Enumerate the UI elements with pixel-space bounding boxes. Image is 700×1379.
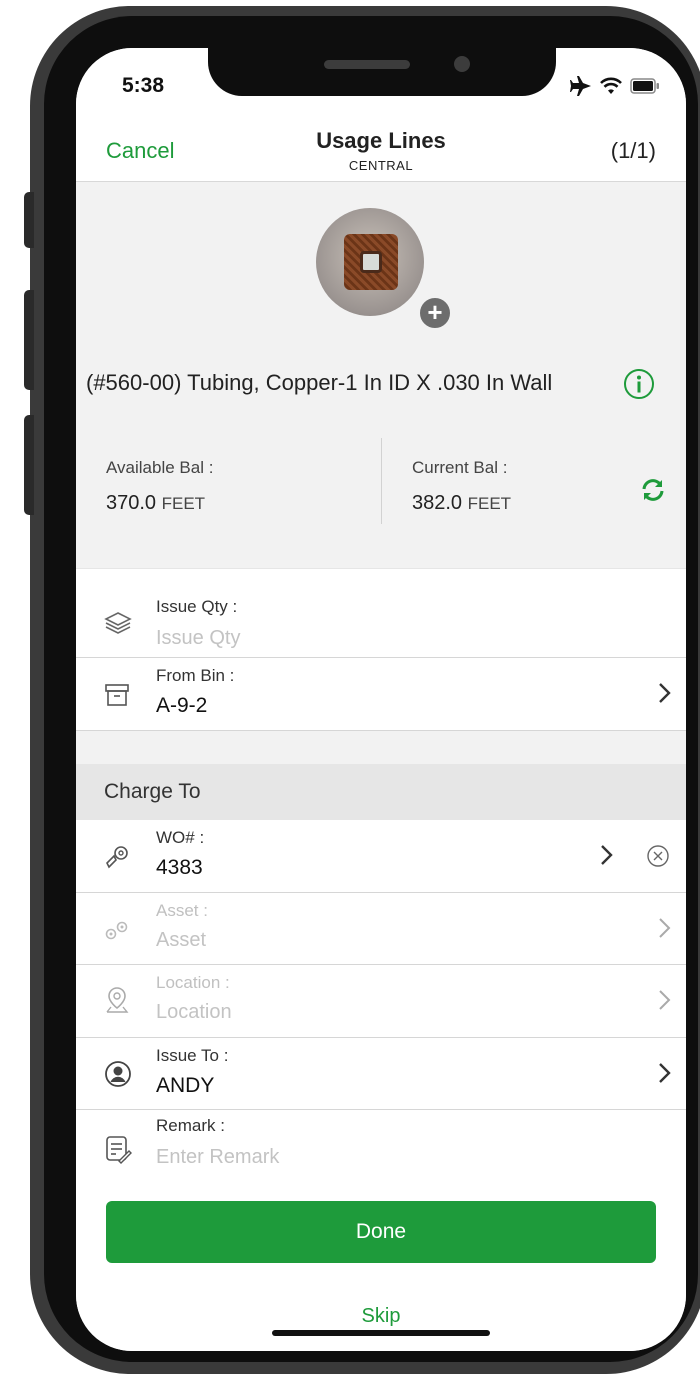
location-label: Location : [156,973,230,992]
item-photo[interactable] [316,208,424,316]
nav-bar: Cancel Usage Lines CENTRAL (1/1) [76,118,686,182]
issue-to-label: Issue To : [156,1046,229,1065]
current-balance: Current Bal : 382.0 FEET [412,458,511,515]
home-indicator[interactable] [272,1330,490,1336]
location-field[interactable]: Location : Location [76,965,686,1038]
wrench-gear-icon [104,842,132,875]
asset-label: Asset : [156,901,208,920]
screen: 5:38 Cancel Usage Lines CENTRAL (1/1) + … [76,48,686,1351]
user-icon [104,1060,132,1093]
page-subtitle: CENTRAL [348,158,414,173]
from-bin-value: A-9-2 [156,694,208,717]
bin-box-icon [104,682,130,713]
wo-field[interactable]: WO# : 4383 [76,820,686,893]
front-camera [454,56,470,72]
item-header: + (#560-00) Tubing, Copper-1 In ID X .03… [76,182,686,568]
skip-button[interactable]: Skip [76,1305,686,1328]
available-balance: Available Bal : 370.0 FEET [106,458,213,515]
balance-divider [381,438,382,524]
gears-icon [104,919,130,946]
issue-to-field[interactable]: Issue To : ANDY [76,1038,686,1110]
remark-field[interactable]: Remark : Enter Remark [76,1110,686,1187]
status-time: 5:38 [122,74,165,97]
issue-qty-field[interactable]: Issue Qty : Issue Qty [76,568,686,658]
asset-input[interactable]: Asset [156,929,206,952]
current-balance-unit: FEET [467,494,512,513]
location-pin-icon [104,985,130,1020]
add-photo-icon[interactable]: + [418,296,452,330]
from-bin-label: From Bin : [156,666,235,685]
chevron-right-icon[interactable] [658,1062,672,1089]
available-balance-value: 370.0 [106,492,157,514]
chevron-right-icon[interactable] [658,989,672,1016]
available-balance-unit: FEET [161,494,206,513]
from-bin-field[interactable]: From Bin : A-9-2 [76,658,686,731]
status-icons [570,76,660,96]
issue-qty-label: Issue Qty : [156,597,238,616]
page-title: Usage Lines [316,128,446,153]
copper-coil-image [344,234,398,290]
location-input[interactable]: Location [156,1001,232,1024]
wo-value: 4383 [156,856,203,879]
charge-to-title: Charge To [104,780,201,803]
record-counter: (1/1) [610,138,656,163]
phone-side-button [24,415,34,515]
airplane-icon [570,76,592,96]
layers-icon [104,611,132,642]
charge-to-header: Charge To [76,764,686,820]
issue-qty-input[interactable]: Issue Qty [156,627,240,650]
remark-input[interactable]: Enter Remark [156,1146,279,1169]
chevron-right-icon[interactable] [658,682,672,709]
info-icon[interactable] [623,368,655,405]
available-balance-label: Available Bal : [106,458,214,477]
clear-icon[interactable] [646,844,670,873]
phone-side-button [24,290,34,390]
asset-field[interactable]: Asset : Asset [76,893,686,965]
chevron-right-icon[interactable] [658,917,672,944]
wifi-icon [600,77,622,95]
footer: Done Skip [76,1187,686,1351]
issue-to-value: ANDY [156,1074,215,1097]
phone-side-button [24,192,34,248]
battery-icon [630,78,660,94]
chevron-right-icon[interactable] [600,844,614,871]
notch [208,48,556,96]
note-icon [104,1134,132,1169]
current-balance-label: Current Bal : [412,458,508,477]
current-balance-value: 382.0 [412,492,463,514]
speaker [324,60,410,69]
item-name: (#560-00) Tubing, Copper-1 In ID X .030 … [86,370,553,395]
remark-label: Remark : [156,1116,225,1135]
wo-label: WO# : [156,828,205,847]
done-button[interactable]: Done [106,1201,656,1263]
refresh-icon[interactable] [639,476,667,509]
